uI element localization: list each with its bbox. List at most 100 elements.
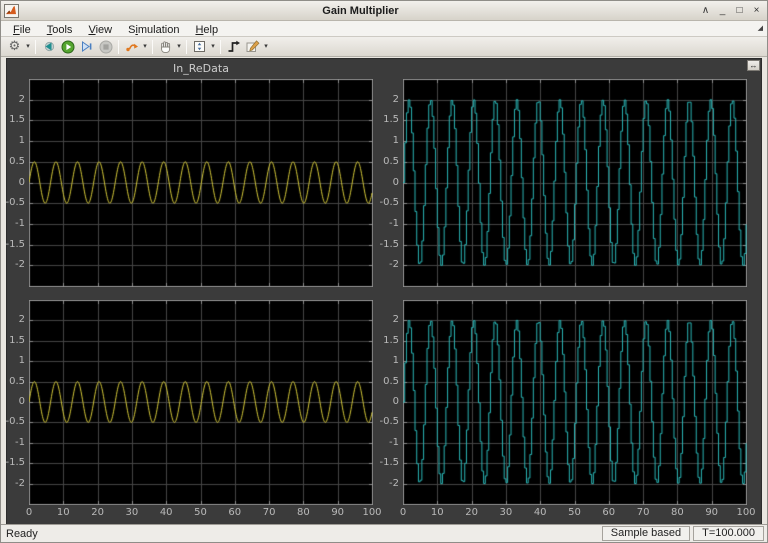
y-tick-label: 0 bbox=[18, 396, 25, 407]
x-tick-label: 80 bbox=[297, 507, 310, 518]
x-tick-label: 40 bbox=[533, 507, 547, 518]
plot-top-left[interactable] bbox=[29, 79, 373, 287]
x-tick-label: 30 bbox=[125, 507, 139, 518]
x-tick-label: 60 bbox=[228, 507, 242, 518]
zoom-fit-button[interactable] bbox=[190, 38, 209, 56]
pan-button[interactable] bbox=[156, 38, 175, 56]
shade-button[interactable]: ∧ bbox=[698, 4, 713, 18]
y-tick-label: 2 bbox=[18, 314, 25, 326]
stop-button[interactable] bbox=[96, 38, 115, 56]
x-tick-label: 50 bbox=[568, 507, 581, 518]
y-tick-label: -0.5 bbox=[5, 416, 25, 428]
menu-simulation[interactable]: Simulation bbox=[120, 24, 187, 36]
x-tick-label: 70 bbox=[262, 507, 276, 518]
step-back-icon bbox=[44, 41, 55, 52]
scope-window: Gain Multiplier ∧ _ □ × File Tools View Sim… bbox=[0, 0, 768, 543]
y-tick-label: 1.5 bbox=[9, 334, 25, 346]
plot-canvas[interactable] bbox=[29, 300, 373, 505]
minimize-button[interactable]: _ bbox=[715, 4, 730, 18]
signal-selector-dropdown-icon[interactable]: ▾ bbox=[141, 38, 149, 56]
y-tick-label: 0.5 bbox=[9, 155, 25, 167]
configuration-dropdown-icon[interactable]: ▾ bbox=[24, 38, 32, 56]
y-tick-label: 1.5 bbox=[9, 114, 25, 126]
menu-file[interactable]: File bbox=[5, 24, 39, 36]
plot-bottom-right[interactable] bbox=[403, 300, 747, 505]
x-tick-label: 100 bbox=[736, 507, 756, 518]
y-tick-label: 1 bbox=[392, 355, 399, 367]
gear-icon: ⚙ bbox=[8, 39, 21, 54]
step-forward-icon bbox=[82, 41, 92, 52]
x-tick-label: 80 bbox=[671, 507, 684, 518]
menu-tools[interactable]: Tools bbox=[39, 24, 81, 36]
y-tick-label: 1 bbox=[18, 355, 25, 367]
y-tick-label: -2 bbox=[15, 259, 25, 271]
configuration-button[interactable]: ⚙ bbox=[5, 38, 24, 56]
x-tick-label: 20 bbox=[91, 507, 104, 518]
y-tick-label: -2 bbox=[389, 259, 399, 271]
zoom-fit-dropdown-icon[interactable]: ▾ bbox=[209, 38, 217, 56]
plot-top-right[interactable] bbox=[403, 79, 747, 287]
x-tick-label: 70 bbox=[636, 507, 650, 518]
plot-region: ↔ In_ReData 2 1.5 1 0.5 0 -0.5 -1 -1.5 -2 2 1.5 1 0.5… bbox=[5, 58, 762, 525]
y-tick-label: 1 bbox=[18, 135, 25, 147]
y-tick-label: -1 bbox=[389, 436, 399, 448]
fit-view-icon bbox=[194, 41, 205, 52]
toolbar-separator bbox=[152, 39, 153, 54]
trigger-icon bbox=[228, 40, 240, 52]
plot-canvas[interactable] bbox=[403, 79, 747, 287]
y-tick-label: 1 bbox=[392, 135, 399, 147]
plot-canvas[interactable] bbox=[29, 79, 373, 287]
window-controls: ∧ _ □ × bbox=[698, 4, 764, 18]
y-tick-label: -1 bbox=[389, 217, 399, 229]
title-bar[interactable]: Gain Multiplier ∧ _ □ × bbox=[1, 1, 767, 21]
close-button[interactable]: × bbox=[749, 4, 764, 18]
stop-icon bbox=[99, 40, 112, 53]
toolbar: ⚙ ▾ ▾ ▾ ▾ ▾ bbox=[1, 37, 767, 57]
trigger-button[interactable] bbox=[224, 38, 243, 56]
y-tick-label: -0.5 bbox=[379, 416, 399, 428]
step-back-button[interactable] bbox=[39, 38, 58, 56]
x-tick-label: 20 bbox=[465, 507, 478, 518]
step-forward-button[interactable] bbox=[77, 38, 96, 56]
x-tick-label: 10 bbox=[430, 507, 444, 518]
menu-overflow-arrow-icon[interactable]: ◢ bbox=[758, 25, 763, 32]
y-tick-label: 2 bbox=[392, 93, 399, 105]
toolbar-separator bbox=[35, 39, 36, 54]
y-tick-label: -2 bbox=[389, 477, 399, 489]
x-tick-label: 90 bbox=[705, 507, 719, 518]
y-tick-label: -0.5 bbox=[379, 197, 399, 209]
status-sim-time: T=100.000 bbox=[693, 526, 764, 541]
y-tick-label: 0 bbox=[18, 176, 25, 188]
y-tick-label: 0 bbox=[392, 176, 399, 188]
pan-dropdown-icon[interactable]: ▾ bbox=[175, 38, 183, 56]
run-button[interactable] bbox=[58, 38, 77, 56]
x-tick-label: 0 bbox=[25, 507, 33, 518]
plot-canvas[interactable] bbox=[403, 300, 747, 505]
expand-button[interactable]: ↔ bbox=[747, 60, 760, 71]
y-tick-label: -1.5 bbox=[5, 238, 25, 250]
x-tick-label: 90 bbox=[331, 507, 345, 518]
matlab-icon bbox=[4, 3, 19, 18]
plot-bottom-left[interactable] bbox=[29, 300, 373, 505]
y-tick-label: -1 bbox=[15, 217, 25, 229]
x-tick-label: 60 bbox=[602, 507, 616, 518]
hand-icon bbox=[161, 41, 171, 53]
status-bar: Ready Sample based T=100.000 bbox=[1, 524, 767, 542]
menu-view[interactable]: View bbox=[80, 24, 120, 36]
measurements-button[interactable] bbox=[243, 38, 262, 56]
status-sample-mode: Sample based bbox=[601, 526, 691, 541]
menu-help[interactable]: Help bbox=[187, 24, 226, 36]
y-tick-label: -1.5 bbox=[5, 457, 25, 469]
measurements-dropdown-icon[interactable]: ▾ bbox=[262, 38, 270, 56]
pencil-icon bbox=[246, 40, 259, 52]
x-tick-label: 100 bbox=[362, 507, 382, 518]
y-tick-label: 0.5 bbox=[383, 155, 399, 167]
y-tick-label: -1.5 bbox=[379, 457, 399, 469]
x-tick-label: 0 bbox=[399, 507, 407, 518]
signal-selector-button[interactable] bbox=[122, 38, 141, 56]
y-tick-label: 1.5 bbox=[383, 114, 399, 126]
y-tick-label: -0.5 bbox=[5, 197, 25, 209]
y-tick-label: 2 bbox=[392, 314, 399, 326]
maximize-button[interactable]: □ bbox=[732, 4, 747, 18]
x-tick-label: 40 bbox=[159, 507, 173, 518]
